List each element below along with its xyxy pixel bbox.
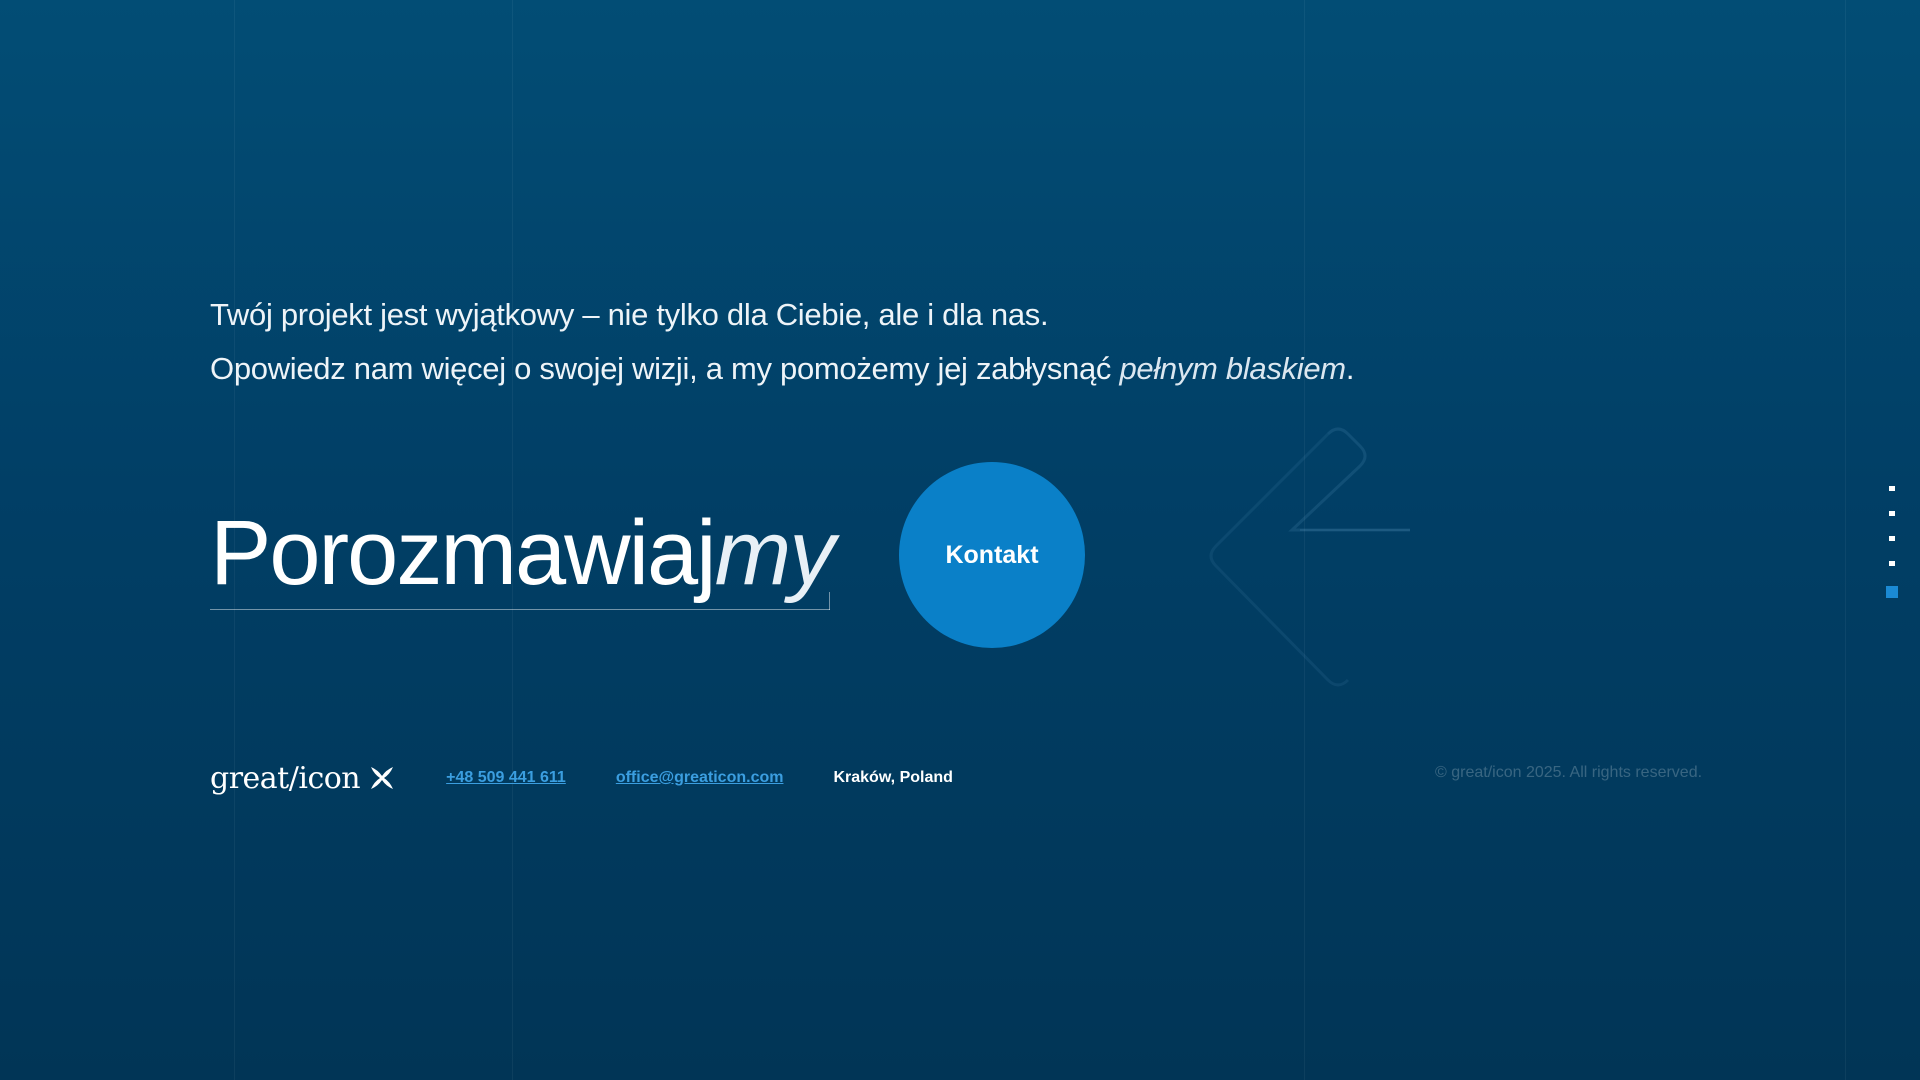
intro-line-2-emphasis: pełnym blaskiem [1119,351,1346,386]
contact-button[interactable]: Kontakt [899,462,1085,648]
logo[interactable]: great/icon [210,761,396,796]
intro-line-2-end: . [1345,351,1355,386]
page-heading: Porozmawiajmy [210,498,835,608]
side-nav-dot-2[interactable] [1889,511,1895,516]
heading-italic: my [714,502,836,604]
arrow-left-decoration-icon [1209,427,1410,687]
intro-line-2-start: Opowiedz nam więcej o swojej wizji, a my… [210,351,1120,386]
heading-block: Porozmawiajmy [210,498,835,612]
side-nav-dot-4[interactable] [1889,561,1895,566]
phone-link[interactable]: +48 509 441 611 [446,769,566,787]
heading-main: Porozmawiaj [210,502,717,604]
side-navigation [1885,486,1899,598]
intro-line-2: Opowiedz nam więcej o swojej wizji, a my… [210,342,1510,396]
heading-underline [210,609,830,610]
intro-line-1: Twój projekt jest wyjątkowy – nie tylko … [210,297,1049,332]
heading-underline-tick [829,592,830,610]
email-link[interactable]: office@greaticon.com [616,769,784,787]
side-nav-dot-1[interactable] [1889,486,1895,491]
side-nav-dot-active[interactable] [1886,586,1898,598]
side-nav-dot-3[interactable] [1889,536,1895,541]
copyright-text: © great/icon 2025. All rights reserved. [1435,764,1703,781]
location-text: Kraków, Poland [833,769,953,786]
intro-text: Twój projekt jest wyjątkowy – nie tylko … [210,288,1510,396]
background-grid-line [1845,0,1846,1080]
logo-text: great/icon [210,760,361,796]
logo-x-icon [371,767,394,789]
